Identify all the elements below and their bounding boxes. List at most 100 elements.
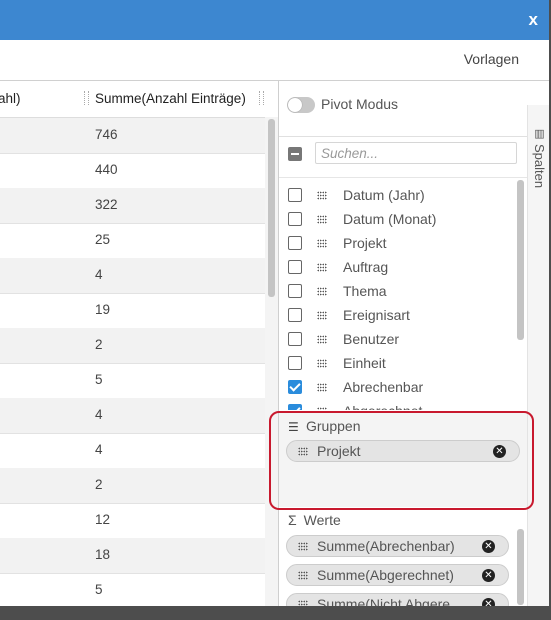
sigma-icon: Σ [288, 512, 297, 528]
remove-icon[interactable]: ✕ [482, 598, 495, 606]
vorlagen-button[interactable]: Vorlagen [464, 51, 519, 67]
drag-handle-icon[interactable] [317, 263, 327, 272]
column-list-scrollbar-thumb[interactable] [517, 180, 524, 340]
table-row[interactable]: 4 [0, 433, 265, 469]
column-checkbox[interactable] [288, 308, 302, 322]
values-drop-zone[interactable]: Σ Werte Summe(Abrechenbar) ✕ Summe(Abgere… [279, 507, 527, 606]
table-cell: 746 [95, 127, 118, 142]
drag-handle-icon[interactable] [317, 287, 327, 296]
column-list-item[interactable]: Abgerechnet [279, 400, 514, 410]
table-row[interactable]: 440 [0, 153, 265, 189]
table-row[interactable]: 5 [0, 573, 265, 606]
table-cell: 4 [95, 407, 103, 422]
column-checkbox[interactable] [288, 356, 302, 370]
column-list-item[interactable]: Benutzer [279, 328, 514, 352]
remove-icon[interactable]: ✕ [493, 445, 506, 458]
column-header-summe-anzahl[interactable]: Summe(Anzahl Einträge) [95, 91, 246, 106]
table-row[interactable]: 322 [0, 188, 265, 224]
column-list-item[interactable]: Abrechenbar [279, 376, 514, 400]
drag-handle-icon[interactable] [317, 335, 327, 344]
table-row[interactable]: 25 [0, 223, 265, 259]
column-list: Datum (Jahr) Datum (Monat) Projekt Auftrag T… [279, 178, 514, 410]
drag-handle-icon[interactable] [298, 542, 308, 551]
column-list-item[interactable]: Auftrag [279, 256, 514, 280]
column-checkbox[interactable] [288, 284, 302, 298]
table-row[interactable]: 2 [0, 328, 265, 364]
close-icon[interactable]: x [529, 10, 538, 30]
column-checkbox[interactable] [288, 212, 302, 226]
list-icon: ☰ [288, 420, 299, 434]
column-label: Datum (Jahr) [343, 187, 425, 203]
table-cell: 440 [95, 162, 118, 177]
column-list-item[interactable]: Projekt [279, 232, 514, 256]
drag-handle-icon[interactable] [317, 311, 327, 320]
group-pill[interactable]: Projekt ✕ [286, 440, 520, 462]
drag-handle-icon[interactable] [317, 359, 327, 368]
column-label: Datum (Monat) [343, 211, 437, 227]
values-scrollbar[interactable] [515, 529, 525, 606]
table-row[interactable]: 12 [0, 503, 265, 539]
table-row[interactable]: 746 [0, 118, 265, 154]
column-checkbox[interactable] [288, 380, 302, 394]
drag-handle-icon[interactable] [317, 239, 327, 248]
column-label: Benutzer [343, 331, 400, 347]
column-checkbox[interactable] [288, 236, 302, 250]
pivot-mode-label: Pivot Modus [321, 96, 399, 112]
table-cell: 2 [95, 337, 103, 352]
columns-icon: ▥ [533, 127, 545, 140]
column-checkbox[interactable] [288, 260, 302, 274]
column-search-input[interactable] [315, 142, 517, 164]
table-row[interactable]: 4 [0, 398, 265, 434]
table-row[interactable]: 2 [0, 468, 265, 504]
drag-handle-icon[interactable] [298, 571, 308, 580]
table-cell: 18 [95, 547, 111, 562]
table-cell: 12 [95, 512, 111, 527]
value-pill[interactable]: Summe(Abrechenbar) ✕ [286, 535, 509, 557]
grid-header: ahl) Summe(Anzahl Einträge) [0, 81, 278, 118]
value-pill-label: Summe(Abrechenbar) [317, 538, 455, 554]
columns-side-tab[interactable]: ▥Spalten [527, 105, 549, 606]
column-label: Einheit [343, 355, 386, 371]
remove-icon[interactable]: ✕ [482, 569, 495, 582]
column-checkbox[interactable] [288, 332, 302, 346]
column-checkbox[interactable] [288, 188, 302, 202]
column-list-item[interactable]: Datum (Jahr) [279, 184, 514, 208]
grid-scrollbar-thumb[interactable] [268, 119, 275, 297]
toolbar: Vorlagen [0, 40, 549, 81]
dialog-titlebar: x [0, 0, 549, 40]
column-header-anzahl[interactable]: ahl) [0, 91, 21, 106]
column-list-item[interactable]: Ereignisart [279, 304, 514, 328]
table-cell: 2 [95, 477, 103, 492]
table-cell: 4 [95, 442, 103, 457]
column-label: Ereignisart [343, 307, 410, 323]
drag-handle-icon[interactable] [298, 447, 308, 456]
column-label: Projekt [343, 235, 387, 251]
remove-icon[interactable]: ✕ [482, 540, 495, 553]
table-row[interactable]: 4 [0, 258, 265, 294]
values-scrollbar-thumb[interactable] [517, 529, 524, 605]
value-pill[interactable]: Summe(Abgerechnet) ✕ [286, 564, 509, 586]
column-list-item[interactable]: Einheit [279, 352, 514, 376]
column-list-scrollbar[interactable] [515, 178, 525, 414]
drag-handle-icon[interactable] [317, 383, 327, 392]
drag-handle-icon[interactable] [317, 407, 327, 410]
column-resize-handle[interactable] [84, 91, 89, 105]
row-groups-title: ☰ Gruppen [288, 418, 361, 434]
columns-side-tab-label: ▥Spalten [532, 127, 547, 189]
grid-scrollbar[interactable] [265, 117, 278, 606]
column-checkbox[interactable] [288, 404, 302, 410]
select-all-checkbox[interactable] [288, 147, 302, 161]
table-row[interactable]: 18 [0, 538, 265, 574]
drag-handle-icon[interactable] [317, 215, 327, 224]
dialog: x Vorlagen ahl) Summe(Anzahl Einträge) 7… [0, 0, 549, 606]
row-groups-drop-zone[interactable]: ☰ Gruppen Projekt ✕ [279, 411, 527, 507]
column-list-item[interactable]: Datum (Monat) [279, 208, 514, 232]
table-row[interactable]: 19 [0, 293, 265, 329]
value-pill[interactable]: Summe(Nicht Abgere ✕ [286, 593, 509, 606]
table-cell: 25 [95, 232, 111, 247]
column-resize-handle[interactable] [259, 91, 264, 105]
drag-handle-icon[interactable] [317, 191, 327, 200]
column-list-item[interactable]: Thema [279, 280, 514, 304]
table-row[interactable]: 5 [0, 363, 265, 399]
pivot-mode-toggle[interactable] [287, 97, 315, 113]
